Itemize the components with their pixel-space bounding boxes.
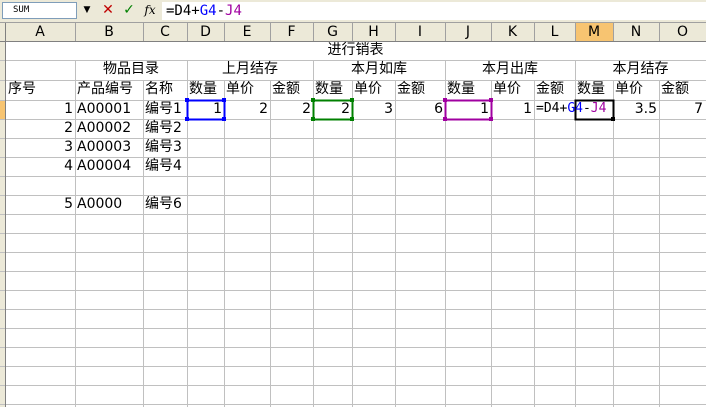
- data-cell[interactable]: 编号3: [145, 138, 182, 156]
- data-cell[interactable]: 6: [395, 100, 443, 118]
- column-header[interactable]: E: [224, 23, 270, 41]
- header-cell[interactable]: 数量: [189, 80, 217, 98]
- column-header[interactable]: J: [445, 23, 491, 41]
- data-cell[interactable]: 2: [5, 119, 73, 137]
- group-header-out-month[interactable]: 本月出库: [445, 60, 575, 78]
- header-cell[interactable]: 序号: [8, 80, 36, 98]
- data-cell[interactable]: 编号1: [145, 100, 182, 118]
- insert-function-icon[interactable]: fx: [141, 1, 159, 20]
- formula-part: =D4+: [166, 3, 200, 19]
- header-cell[interactable]: 金额: [397, 80, 425, 98]
- column-header[interactable]: D: [187, 23, 224, 41]
- column-header[interactable]: G: [313, 23, 352, 41]
- data-cell[interactable]: 编号6: [145, 195, 182, 213]
- formula-ref: J4: [225, 3, 242, 19]
- column-header[interactable]: L: [534, 23, 575, 41]
- enter-icon[interactable]: ✓: [120, 1, 138, 20]
- column-header[interactable]: B: [75, 23, 143, 41]
- header-cell[interactable]: 单价: [615, 80, 643, 98]
- name-box[interactable]: SUM: [2, 2, 77, 19]
- header-cell[interactable]: 单价: [226, 80, 254, 98]
- data-cell[interactable]: 编号2: [145, 119, 182, 137]
- column-header[interactable]: K: [491, 23, 534, 41]
- column-header[interactable]: I: [395, 23, 445, 41]
- header-cell[interactable]: 数量: [577, 80, 605, 98]
- column-header[interactable]: N: [613, 23, 659, 41]
- header-cell[interactable]: 单价: [354, 80, 382, 98]
- data-cell[interactable]: 5: [5, 195, 73, 213]
- group-header-this-month[interactable]: 本月结存: [575, 60, 706, 78]
- data-cell[interactable]: A00002: [77, 119, 131, 137]
- header-cell[interactable]: 数量: [315, 80, 343, 98]
- formula-part: -: [582, 101, 591, 116]
- data-cell[interactable]: A00001: [77, 100, 131, 118]
- column-header[interactable]: F: [270, 23, 313, 41]
- header-cell[interactable]: 金额: [272, 80, 300, 98]
- data-cell[interactable]: A00004: [77, 157, 131, 175]
- formula-ref: G4: [199, 3, 217, 19]
- group-header-catalog[interactable]: 物品目录: [75, 60, 187, 78]
- group-header-in-month[interactable]: 本月如库: [313, 60, 445, 78]
- name-box-dropdown-icon[interactable]: ▼: [80, 2, 94, 19]
- data-cell[interactable]: 1: [491, 100, 532, 118]
- column-header-active[interactable]: M: [575, 23, 613, 41]
- data-cell[interactable]: 7: [659, 100, 703, 118]
- column-header[interactable]: H: [352, 23, 395, 41]
- formula-ref: J4: [590, 101, 607, 116]
- title-cell[interactable]: 进行销表: [5, 41, 706, 59]
- formula-part: -: [216, 3, 226, 19]
- header-cell[interactable]: 名称: [145, 80, 173, 98]
- data-cell[interactable]: 2: [270, 100, 311, 118]
- formula-part: =D4+: [536, 101, 568, 116]
- formula-bar: SUM ▼ ✕ ✓ fx =D4+G4-J4: [0, 0, 706, 23]
- editing-cell-formula[interactable]: =D4+G4-J4: [536, 100, 606, 118]
- data-cell[interactable]: 3.5: [613, 100, 657, 118]
- column-header[interactable]: A: [5, 23, 75, 41]
- data-cell[interactable]: A0000: [77, 195, 122, 213]
- data-cell[interactable]: 1: [445, 100, 489, 118]
- data-cell[interactable]: 3: [352, 100, 393, 118]
- data-cell[interactable]: 1: [5, 100, 73, 118]
- formula-ref: G4: [567, 101, 583, 116]
- column-header[interactable]: C: [143, 23, 187, 41]
- data-cell[interactable]: 4: [5, 157, 73, 175]
- column-header[interactable]: O: [659, 23, 706, 41]
- data-cell[interactable]: 1: [187, 100, 222, 118]
- data-cell[interactable]: 2: [313, 100, 350, 118]
- worksheet-grid[interactable]: A B C D E F G H I J K L M N O 进行销表 物品目录 …: [0, 23, 706, 407]
- header-cell[interactable]: 产品编号: [77, 80, 133, 98]
- group-header-last-month[interactable]: 上月结存: [187, 60, 313, 78]
- data-cell[interactable]: 3: [5, 138, 73, 156]
- cancel-icon[interactable]: ✕: [99, 1, 117, 20]
- data-cell[interactable]: 2: [224, 100, 268, 118]
- header-cell[interactable]: 金额: [661, 80, 689, 98]
- formula-input[interactable]: =D4+G4-J4: [162, 2, 706, 20]
- data-cell[interactable]: 编号4: [145, 157, 182, 175]
- header-cell[interactable]: 金额: [536, 80, 564, 98]
- header-cell[interactable]: 数量: [447, 80, 475, 98]
- header-cell[interactable]: 单价: [493, 80, 521, 98]
- data-cell[interactable]: A00003: [77, 138, 131, 156]
